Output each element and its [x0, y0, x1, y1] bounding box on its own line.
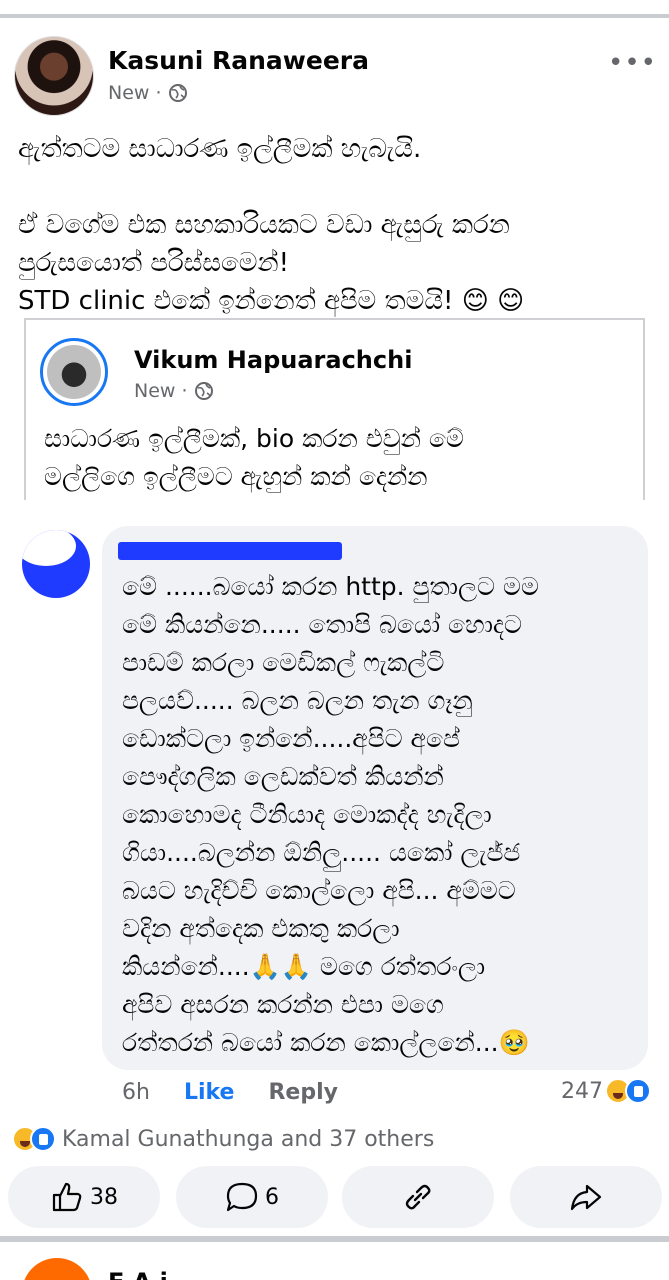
globe-icon — [194, 382, 213, 400]
link-icon — [405, 1184, 431, 1210]
comment-count: 6 — [265, 1184, 279, 1210]
author-avatar[interactable] — [14, 36, 94, 116]
comment-time: 6h — [122, 1080, 150, 1105]
comment-actions: 6h Like Reply — [122, 1080, 338, 1105]
post-meta: New · — [108, 82, 188, 104]
post-author-name[interactable]: Kasuni Ranaweera — [108, 46, 369, 75]
shared-author-avatar[interactable] — [40, 338, 108, 406]
comment-reply-button[interactable]: Reply — [268, 1080, 338, 1105]
post-new-label: New — [108, 82, 150, 104]
like-action-button[interactable]: 38 — [8, 1166, 160, 1228]
copy-link-button[interactable] — [342, 1166, 494, 1228]
comment-reaction-count[interactable]: 247 — [561, 1078, 651, 1104]
reactions-summary-text: Kamal Gunathunga and 37 others — [62, 1126, 435, 1152]
commenter-avatar[interactable] — [22, 530, 90, 598]
comment-bubble-icon — [226, 1182, 258, 1212]
more-options-icon[interactable]: ••• — [608, 48, 657, 78]
shared-author-name[interactable]: Vikum Hapuarachchi — [134, 346, 412, 374]
comment-like-button[interactable]: Like — [184, 1080, 235, 1105]
like-reaction-icon — [30, 1126, 56, 1152]
comment-text: මේ ......බයෝ කරන http. පුතාලට මම මේ කියන… — [122, 572, 539, 1057]
reactions-summary[interactable]: Kamal Gunathunga and 37 others — [12, 1126, 434, 1152]
comment-action-button[interactable]: 6 — [176, 1166, 328, 1228]
shared-post-meta: New · — [134, 380, 214, 402]
post-text: ඇත්තටම සාධාරණ ඉල්ලීමක් හැබැයි. ඒ වගේම එක… — [18, 134, 525, 316]
post-separator — [0, 1236, 669, 1242]
like-reaction-icon — [625, 1078, 651, 1104]
thumbs-up-icon — [52, 1182, 82, 1212]
next-post-avatar[interactable] — [22, 1258, 92, 1280]
meta-dot: · — [155, 82, 162, 104]
comment-reaction-number: 247 — [561, 1078, 603, 1104]
like-count: 38 — [90, 1184, 118, 1210]
top-separator — [0, 0, 669, 20]
redacted-commenter-name — [118, 542, 342, 560]
next-post-author[interactable]: E A i — [108, 1268, 168, 1280]
shared-new-label: New — [134, 380, 176, 402]
shared-post-card[interactable]: Vikum Hapuarachchi New · සාධාරණ ඉල්ලීමක්… — [24, 318, 645, 500]
meta-dot: · — [181, 380, 188, 402]
post-action-bar: 38 6 — [0, 1164, 669, 1230]
share-button[interactable] — [510, 1166, 662, 1228]
comment-bubble[interactable]: මේ ......බයෝ කරන http. පුතාලට මම මේ කියන… — [102, 526, 648, 1070]
globe-icon — [168, 84, 187, 102]
share-arrow-icon — [570, 1184, 602, 1211]
shared-post-text: සාධාරණ ඉල්ලීමක්, bio කරන එවුන් මේ මල්ලිග… — [44, 424, 464, 491]
